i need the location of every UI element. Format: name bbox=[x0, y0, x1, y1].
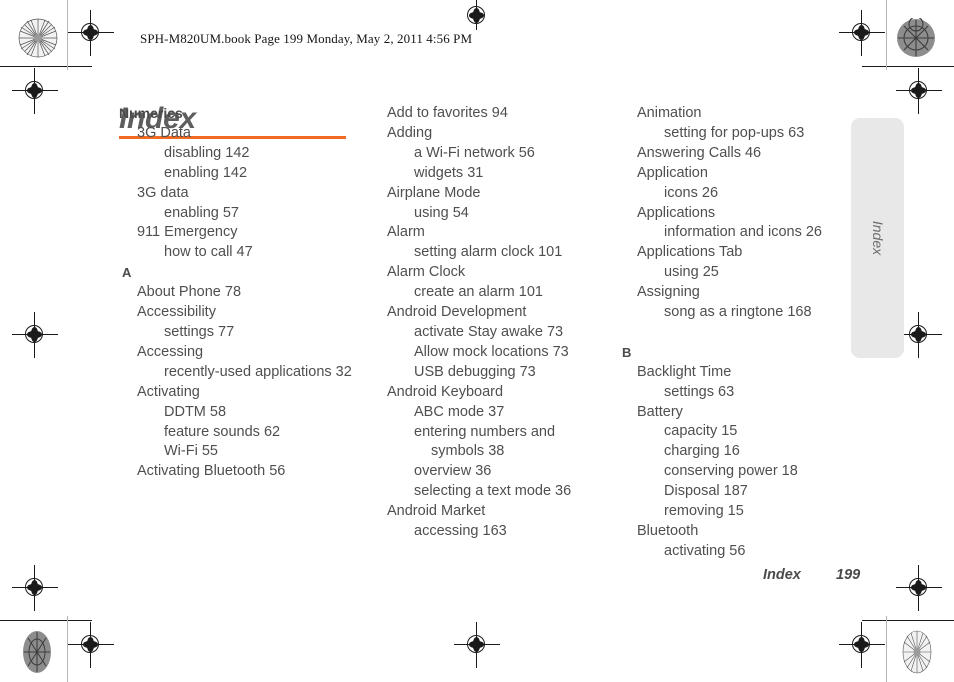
index-entry: Applications bbox=[637, 204, 716, 221]
index-subentry: a Wi-Fi network 56 bbox=[414, 144, 535, 161]
index-letter-heading: A bbox=[122, 265, 132, 281]
index-entry: Airplane Mode bbox=[387, 184, 481, 201]
index-entry: Applications Tab bbox=[637, 244, 743, 261]
document-page: SPH-M820UM.book Page 199 Monday, May 2, … bbox=[0, 0, 954, 682]
side-thumb-tab-label: Index bbox=[870, 220, 886, 256]
index-subentry: icons 26 bbox=[664, 184, 719, 201]
index-subentry: Wi-Fi 55 bbox=[164, 443, 218, 460]
index-subentry: information and icons 26 bbox=[664, 224, 822, 241]
index-entry: Add to favorites 94 bbox=[387, 105, 508, 121]
index-letter-heading: B bbox=[622, 344, 632, 360]
index-entry: Android Keyboard bbox=[387, 383, 504, 400]
index-subentry: feature sounds 62 bbox=[164, 423, 281, 440]
index-entry: Alarm bbox=[387, 224, 425, 241]
index-subentry: setting alarm clock 101 bbox=[414, 244, 563, 261]
index-entry: Bluetooth bbox=[637, 523, 699, 540]
index-subentry: symbols 38 bbox=[431, 443, 505, 460]
index-subentry: entering numbers and bbox=[414, 423, 556, 440]
index-entry: Android Development bbox=[387, 304, 527, 321]
index-entry: 3G Data bbox=[137, 124, 191, 141]
index-subentry: how to call 47 bbox=[164, 244, 253, 261]
index-subentry: activating 56 bbox=[664, 542, 746, 559]
index-entry: Answering Calls 46 bbox=[637, 144, 762, 161]
index-subentry: ABC mode 37 bbox=[414, 403, 505, 420]
index-entry: About Phone 78 bbox=[137, 284, 242, 301]
index-columns: Numerics 3G Data disabling 142 enabling 142… bbox=[0, 0, 954, 682]
index-entry: Animation bbox=[637, 105, 702, 121]
index-subentry: recently-used applications 32 bbox=[164, 363, 352, 380]
index-section-heading: Numerics bbox=[119, 105, 183, 121]
index-subentry: using 54 bbox=[414, 204, 469, 221]
index-entry: Accessing bbox=[137, 343, 204, 360]
index-subentry: song as a ringtone 168 bbox=[664, 304, 812, 321]
side-thumb-tab: Index bbox=[851, 118, 904, 358]
index-subentry: DDTM 58 bbox=[164, 403, 227, 420]
index-entry: Accessibility bbox=[137, 304, 216, 321]
index-subentry: activate Stay awake 73 bbox=[414, 323, 564, 340]
index-subentry: settings 63 bbox=[664, 383, 735, 400]
index-subentry: widgets 31 bbox=[414, 164, 484, 181]
index-entry: Adding bbox=[387, 124, 433, 141]
footer-page-number: 199 bbox=[836, 567, 861, 583]
index-entry: Android Market bbox=[387, 503, 486, 520]
index-entry: Assigning bbox=[637, 284, 700, 301]
index-subentry: charging 16 bbox=[664, 443, 740, 460]
index-subentry: enabling 57 bbox=[164, 204, 239, 221]
index-subentry: overview 36 bbox=[414, 463, 492, 480]
index-subentry: removing 15 bbox=[664, 503, 744, 520]
index-subentry: capacity 15 bbox=[664, 423, 738, 440]
index-entry: Alarm Clock bbox=[387, 264, 466, 281]
index-entry: Application bbox=[637, 164, 708, 181]
index-subentry: enabling 142 bbox=[164, 164, 248, 181]
index-column-2: Add to favorites 94 Adding a Wi-Fi network… bbox=[369, 104, 619, 542]
index-subentry: Disposal 187 bbox=[664, 483, 748, 500]
index-subentry: create an alarm 101 bbox=[414, 284, 543, 301]
index-column-1: Numerics 3G Data disabling 142 enabling 142… bbox=[119, 104, 369, 482]
index-entry: Activating bbox=[137, 383, 200, 400]
index-subentry: accessing 163 bbox=[414, 523, 507, 540]
index-column-3: Animation setting for pop-ups 63 Answering… bbox=[619, 104, 859, 562]
index-entry: Backlight Time bbox=[637, 363, 732, 380]
index-subentry: disabling 142 bbox=[164, 144, 250, 161]
index-entry: Activating Bluetooth 56 bbox=[137, 463, 286, 480]
index-subentry: using 25 bbox=[664, 264, 719, 281]
footer-section-label: Index bbox=[763, 567, 801, 583]
index-letter-spacer bbox=[619, 323, 859, 343]
index-entry: 3G data bbox=[137, 184, 189, 201]
index-subentry: USB debugging 73 bbox=[414, 363, 536, 380]
index-subentry: setting for pop-ups 63 bbox=[664, 124, 805, 141]
index-entry: 911 Emergency bbox=[137, 224, 238, 241]
index-subentry: settings 77 bbox=[164, 323, 235, 340]
index-subentry: conserving power 18 bbox=[664, 463, 798, 480]
index-subentry: selecting a text mode 36 bbox=[414, 483, 572, 500]
index-entry: Battery bbox=[637, 403, 683, 420]
index-subentry: Allow mock locations 73 bbox=[414, 343, 569, 360]
